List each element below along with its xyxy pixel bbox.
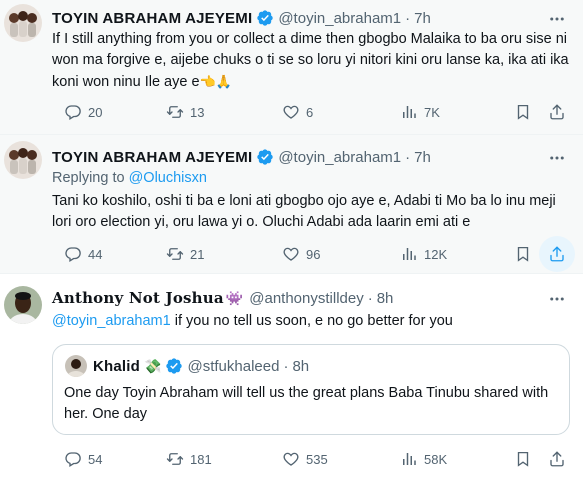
views-icon — [400, 245, 418, 263]
display-name[interactable]: TOYIN ABRAHAM AJEYEMI — [52, 149, 252, 166]
display-name[interactable]: Anthony Not Joshua — [52, 289, 224, 307]
more-options-icon[interactable] — [547, 289, 567, 309]
quote-avatar — [65, 355, 87, 377]
views-count: 58K — [424, 451, 448, 467]
display-name-part: Joshua — [165, 289, 224, 307]
bookmark-icon — [514, 103, 532, 121]
repost-button[interactable]: 13 — [166, 98, 204, 126]
share-icon — [548, 103, 566, 121]
reply-count: 20 — [88, 104, 103, 120]
share-icon — [548, 245, 566, 263]
views-button[interactable]: 58K — [400, 445, 447, 473]
tweet-actions: 20 13 6 7K — [44, 98, 574, 126]
replying-to-line: Replying to @Oluchisxn — [52, 168, 572, 189]
tweet-header: TOYIN ABRAHAM AJEYEMI @toyin_abraham1 · … — [52, 7, 431, 29]
repost-icon — [166, 245, 184, 263]
verified-icon — [165, 357, 183, 375]
tweet-text: Tani ko koshilo, oshi ti ba e loni ati g… — [52, 193, 556, 230]
repost-count: 21 — [190, 246, 205, 262]
replying-to-label: Replying to — [52, 170, 125, 186]
bookmark-button[interactable] — [514, 240, 538, 268]
like-button[interactable]: 535 — [282, 445, 328, 473]
tweet-text-content: if you no tell us soon, e no go better f… — [170, 313, 453, 329]
reply-icon — [64, 245, 82, 263]
views-icon — [400, 103, 418, 121]
like-count: 6 — [306, 104, 314, 120]
timestamp[interactable]: 7h — [414, 149, 431, 166]
like-button[interactable]: 96 — [282, 240, 320, 268]
repost-icon — [166, 103, 184, 121]
more-options-icon[interactable] — [547, 148, 567, 168]
reply-count: 44 — [88, 246, 103, 262]
avatar[interactable] — [4, 141, 42, 179]
replying-to-link[interactable]: @Oluchisxn — [129, 170, 207, 186]
more-options-icon[interactable] — [547, 9, 567, 29]
share-button[interactable] — [548, 240, 572, 268]
hand-emoji: 👈🙏 — [199, 74, 232, 89]
tweet-text: @toyin_abraham1 if you no tell us soon, … — [52, 311, 572, 332]
mention-link[interactable]: @toyin_abraham1 — [52, 313, 171, 329]
quote-display-name: Khalid — [93, 357, 141, 375]
reply-icon — [64, 450, 82, 468]
tweet-actions: 54 181 535 58K — [44, 445, 574, 473]
reply-button[interactable]: 20 — [64, 98, 102, 126]
verified-icon — [256, 9, 274, 27]
share-button[interactable] — [548, 445, 572, 473]
quote-header: Khalid 💸 @stfukhaleed · 8h — [65, 355, 309, 377]
avatar[interactable] — [4, 4, 42, 42]
repost-icon — [166, 450, 184, 468]
handle[interactable]: @toyin_abraham1 — [278, 10, 401, 27]
tweet-header: TOYIN ABRAHAM AJEYEMI @toyin_abraham1 · … — [52, 146, 431, 168]
repost-button[interactable]: 181 — [166, 445, 212, 473]
like-count: 535 — [306, 451, 328, 467]
tweet-text-content: If I still anything from you or collect … — [52, 31, 569, 90]
like-button[interactable]: 6 — [282, 98, 313, 126]
views-icon — [400, 450, 418, 468]
reply-count: 54 — [88, 451, 103, 467]
handle[interactable]: @toyin_abraham1 — [278, 149, 401, 166]
reply-button[interactable]: 54 — [64, 445, 102, 473]
alien-emoji: 👾 — [225, 289, 244, 306]
bookmark-button[interactable] — [514, 98, 538, 126]
money-emoji: 💸 — [144, 357, 162, 374]
separator-dot: · — [405, 148, 411, 166]
repost-count: 181 — [190, 451, 212, 467]
handle[interactable]: @anthonystilldey — [249, 290, 363, 307]
tweet-text: If I still anything from you or collect … — [52, 29, 572, 93]
separator-dot: · — [405, 9, 411, 27]
views-count: 7K — [424, 104, 440, 120]
display-name[interactable]: TOYIN ABRAHAM AJEYEMI — [52, 10, 252, 27]
timestamp[interactable]: 8h — [377, 290, 394, 307]
separator-dot: · — [283, 357, 289, 375]
like-icon — [282, 450, 300, 468]
bookmark-icon — [514, 450, 532, 468]
views-button[interactable]: 7K — [400, 98, 440, 126]
tweet-actions: 44 21 96 12K — [44, 236, 575, 272]
verified-icon — [256, 148, 274, 166]
display-name-part: Anthony — [52, 289, 124, 307]
like-icon — [282, 103, 300, 121]
quote-text: One day Toyin Abraham will tell us the g… — [64, 385, 549, 422]
quote-timestamp: 8h — [292, 357, 310, 375]
reply-button[interactable]: 44 — [64, 240, 102, 268]
repost-count: 13 — [190, 104, 205, 120]
avatar[interactable] — [4, 286, 42, 324]
quote-tweet[interactable]: Khalid 💸 @stfukhaleed · 8h One day Toyin… — [52, 344, 570, 435]
bookmark-icon — [514, 245, 532, 263]
share-icon — [548, 450, 566, 468]
separator-dot: · — [367, 289, 373, 307]
reply-icon — [64, 103, 82, 121]
timestamp[interactable]: 7h — [414, 10, 431, 27]
repost-button[interactable]: 21 — [166, 240, 204, 268]
display-name-part: Not — [128, 289, 161, 307]
quote-handle: @stfukhaleed — [187, 357, 280, 375]
like-count: 96 — [306, 246, 321, 262]
like-icon — [282, 245, 300, 263]
share-button[interactable] — [548, 98, 572, 126]
tweet-header: Anthony Not Joshua 👾 @anthonystilldey · … — [52, 287, 393, 309]
views-button[interactable]: 12K — [400, 240, 447, 268]
bookmark-button[interactable] — [514, 445, 538, 473]
views-count: 12K — [424, 246, 448, 262]
